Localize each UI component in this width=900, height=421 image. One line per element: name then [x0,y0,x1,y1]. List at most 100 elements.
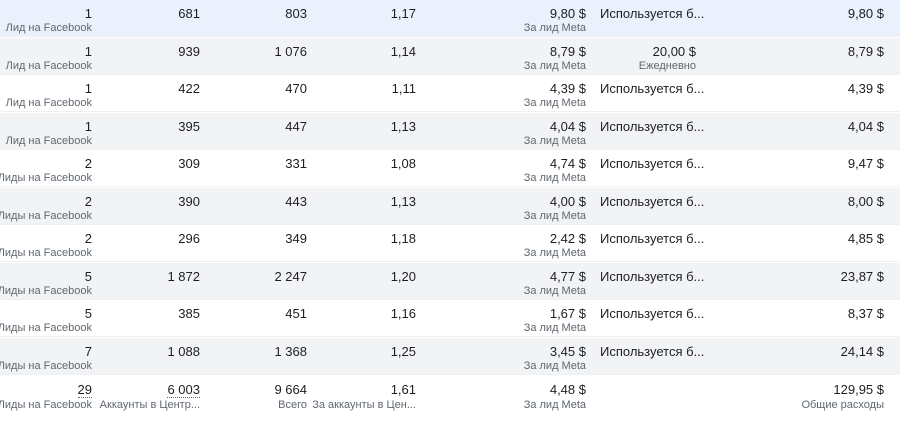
total-impressions[interactable]: 9 664 Всего [215,375,307,420]
amount-spent-cell[interactable]: 4,39 $ [720,75,884,111]
total-reach[interactable]: 6 003 Аккаунты в Центр... [100,375,200,420]
budget-cell[interactable]: 20,00 $ Ежедневно [600,38,700,74]
frequency-cell[interactable]: 1,16 [320,300,416,336]
table-row[interactable]: 1 Лид на Facebook 681 803 1,17 9,80 $ За лид M… [0,0,900,37]
total-cost-per-result[interactable]: 4,48 $ За лид Meta [430,375,586,420]
impressions-cell[interactable]: 451 [215,300,307,336]
total-amount-spent-label: Общие расходы [801,399,884,411]
impressions-cell[interactable]: 1 076 [215,38,307,74]
budget-cell-value: Используется б... [600,193,705,209]
frequency-cell[interactable]: 1,13 [320,113,416,149]
amount-spent-cell[interactable]: 24,14 $ [720,338,884,374]
table-row[interactable]: 1 Лид на Facebook 395 447 1,13 4,04 $ За лид M… [0,112,900,150]
budget-cell[interactable]: Используется б... [600,225,704,261]
table-row[interactable]: 1 Лид на Facebook 939 1 076 1,14 8,79 $ За лид… [0,37,900,75]
budget-cell-value: Используется б... [600,6,705,21]
reach-cell[interactable]: 385 [105,300,200,336]
total-frequency[interactable]: 1,61 За аккаунты в Цен... [312,375,416,420]
table-row[interactable]: 2 Лиды на Facebook 296 349 1,18 2,42 $ За лид … [0,225,900,262]
impressions-cell[interactable]: 803 [215,0,307,36]
table-row[interactable]: 2 Лиды на Facebook 309 331 1,08 4,74 $ За лид … [0,150,900,187]
reach-cell[interactable]: 422 [105,75,200,111]
table-row[interactable]: 1 Лид на Facebook 422 470 1,11 4,39 $ За лид M… [0,75,900,112]
cost-per-result-cell[interactable]: 3,45 $ За лид Meta [430,338,586,374]
results-cell[interactable]: 2 Лиды на Facebook [0,188,92,224]
budget-cell[interactable]: Используется б... [600,0,704,36]
reach-cell[interactable]: 296 [105,225,200,261]
budget-cell[interactable]: Используется б... [600,300,704,336]
frequency-cell-value: 1,13 [390,118,416,134]
results-cell-label: Лиды на Facebook [0,359,92,372]
table-row[interactable]: 7 Лиды на Facebook 1 088 1 368 1,25 3,45 $ За … [0,337,900,375]
impressions-cell[interactable]: 443 [215,188,307,224]
frequency-cell[interactable]: 1,13 [320,188,416,224]
amount-spent-cell[interactable]: 23,87 $ [720,263,884,299]
amount-spent-cell[interactable]: 4,85 $ [720,225,884,261]
results-cell[interactable]: 5 Лиды на Facebook [0,300,92,336]
cost-per-result-cell[interactable]: 4,00 $ За лид Meta [430,188,586,224]
results-cell[interactable]: 1 Лид на Facebook [0,38,92,74]
results-cell[interactable]: 1 Лид на Facebook [0,0,92,36]
impressions-cell[interactable]: 1 368 [215,338,307,374]
results-cell[interactable]: 1 Лид на Facebook [0,75,92,111]
results-cell[interactable]: 5 Лиды на Facebook [0,263,92,299]
table-row[interactable]: 2 Лиды на Facebook 390 443 1,13 4,00 $ За лид … [0,187,900,225]
impressions-cell-value: 443 [285,193,307,209]
total-results[interactable]: 29 Лиды на Facebook [0,375,92,420]
impressions-cell[interactable]: 349 [215,225,307,261]
results-cell[interactable]: 1 Лид на Facebook [0,113,92,149]
results-cell[interactable]: 2 Лиды на Facebook [0,225,92,261]
results-cell[interactable]: 7 Лиды на Facebook [0,338,92,374]
budget-cell-value: Используется б... [600,306,705,321]
impressions-cell[interactable]: 447 [215,113,307,149]
reach-cell[interactable]: 681 [105,0,200,36]
impressions-cell[interactable]: 470 [215,75,307,111]
cost-per-result-cell[interactable]: 8,79 $ За лид Meta [430,38,586,74]
amount-spent-cell[interactable]: 9,80 $ [720,0,884,36]
frequency-cell[interactable]: 1,20 [320,263,416,299]
reach-cell-value: 1 872 [167,268,200,284]
cost-per-result-cell[interactable]: 1,67 $ За лид Meta [430,300,586,336]
results-cell[interactable]: 2 Лиды на Facebook [0,150,92,186]
reach-cell[interactable]: 1 088 [105,338,200,374]
amount-spent-cell[interactable]: 8,00 $ [720,188,884,224]
cost-per-result-cell-label: За лид Meta [523,97,586,109]
table-row[interactable]: 5 Лиды на Facebook 385 451 1,16 1,67 $ За лид … [0,300,900,337]
frequency-cell[interactable]: 1,17 [320,0,416,36]
frequency-cell[interactable]: 1,08 [320,150,416,186]
total-reach-label: Аккаунты в Центр... [99,399,200,411]
cost-per-result-cell[interactable]: 4,74 $ За лид Meta [430,150,586,186]
frequency-cell[interactable]: 1,25 [320,338,416,374]
amount-spent-cell[interactable]: 9,47 $ [720,150,884,186]
reach-cell[interactable]: 939 [105,38,200,74]
budget-cell[interactable]: Используется б... [600,188,704,224]
amount-spent-cell[interactable]: 8,79 $ [720,38,884,74]
frequency-cell[interactable]: 1,14 [320,38,416,74]
amount-spent-cell[interactable]: 4,04 $ [720,113,884,149]
total-amount-spent[interactable]: 129,95 $ Общие расходы [720,375,884,420]
frequency-cell[interactable]: 1,18 [320,225,416,261]
reach-cell[interactable]: 309 [105,150,200,186]
cost-per-result-cell[interactable]: 4,77 $ За лид Meta [430,263,586,299]
cost-per-result-cell[interactable]: 2,42 $ За лид Meta [430,225,586,261]
total-cost-per-result-label: За лид Meta [523,399,586,411]
budget-cell[interactable]: Используется б... [600,338,704,374]
cost-per-result-cell[interactable]: 4,04 $ За лид Meta [430,113,586,149]
results-cell-label: Лид на Facebook [5,134,92,147]
impressions-cell[interactable]: 331 [215,150,307,186]
cost-per-result-cell[interactable]: 4,39 $ За лид Meta [430,75,586,111]
impressions-cell[interactable]: 2 247 [215,263,307,299]
budget-cell[interactable]: Используется б... [600,113,704,149]
reach-cell[interactable]: 390 [105,188,200,224]
cost-per-result-cell-label: За лид Meta [523,322,586,334]
amount-spent-cell[interactable]: 8,37 $ [720,300,884,336]
reach-cell[interactable]: 395 [105,113,200,149]
table-row[interactable]: 5 Лиды на Facebook 1 872 2 247 1,20 4,77 $ За … [0,262,900,300]
cost-per-result-cell[interactable]: 9,80 $ За лид Meta [430,0,586,36]
budget-cell[interactable]: Используется б... [600,75,704,111]
frequency-cell[interactable]: 1,11 [320,75,416,111]
results-cell-label: Лид на Facebook [5,59,92,72]
budget-cell[interactable]: Используется б... [600,150,704,186]
reach-cell[interactable]: 1 872 [105,263,200,299]
budget-cell[interactable]: Используется б... [600,263,704,299]
